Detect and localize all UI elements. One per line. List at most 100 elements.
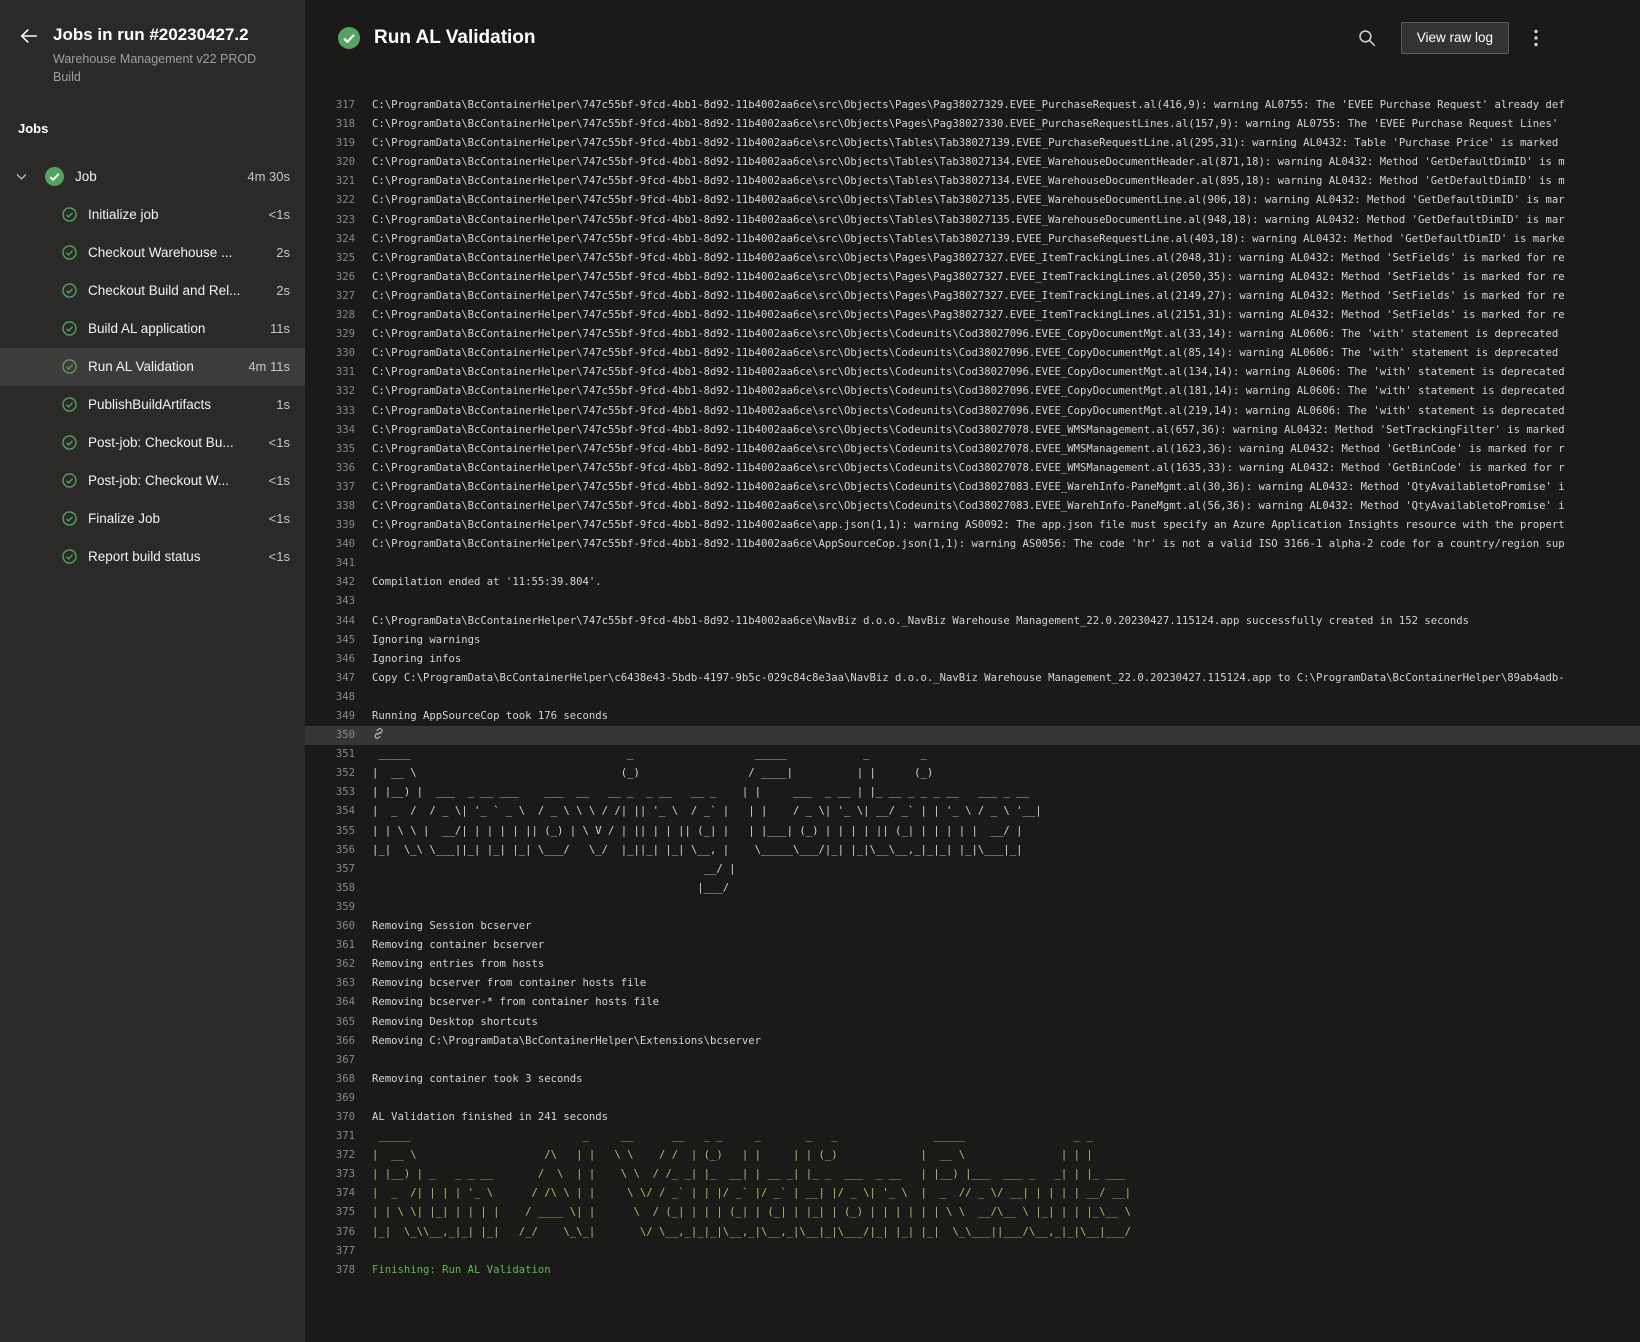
log-line-375[interactable]: 375 | | \ \| |_| | | | | / ____ \| | \ / … [305,1203,1640,1222]
line-number[interactable]: 362 [305,955,355,974]
log-line-333[interactable]: 333 C:\ProgramData\BcContainerHelper\747c… [305,402,1640,421]
line-number[interactable]: 354 [305,802,355,821]
log-line-359[interactable]: 359 [305,898,1640,917]
back-button[interactable] [20,27,38,45]
line-number[interactable]: 370 [305,1108,355,1127]
line-number[interactable]: 374 [305,1184,355,1203]
line-number[interactable]: 377 [305,1242,355,1261]
line-number[interactable]: 361 [305,936,355,955]
line-number[interactable]: 356 [305,841,355,860]
line-number[interactable]: 340 [305,535,355,554]
line-number[interactable]: 323 [305,211,355,230]
line-number[interactable]: 322 [305,191,355,210]
log-line-371[interactable]: 371 _____ _ __ __ _ _ _ _ _ _____ _ _ [305,1127,1640,1146]
sidebar-job-initialize-job[interactable]: Initialize job <1s [0,196,305,234]
sidebar-job-post-job-checkout-w[interactable]: Post-job: Checkout W... <1s [0,462,305,500]
log-line-335[interactable]: 335 C:\ProgramData\BcContainerHelper\747c… [305,440,1640,459]
line-number[interactable]: 320 [305,153,355,172]
log-line-357[interactable]: 357 __/ | [305,860,1640,879]
log-line-364[interactable]: 364 Removing bcserver-* from container ho… [305,993,1640,1012]
log-line-372[interactable]: 372 | __ \ /\ | | \ \ / / | (_) | | | | (… [305,1146,1640,1165]
line-number[interactable]: 376 [305,1223,355,1242]
line-number[interactable]: 321 [305,172,355,191]
search-button[interactable] [1354,25,1380,51]
line-number[interactable]: 359 [305,898,355,917]
sidebar-job-finalize-job[interactable]: Finalize Job <1s [0,500,305,538]
line-number[interactable]: 369 [305,1089,355,1108]
line-number[interactable]: 348 [305,688,355,707]
line-number[interactable]: 372 [305,1146,355,1165]
line-number[interactable]: 355 [305,822,355,841]
log-line-332[interactable]: 332 C:\ProgramData\BcContainerHelper\747c… [305,382,1640,401]
line-number[interactable]: 318 [305,115,355,134]
line-number[interactable]: 319 [305,134,355,153]
line-number[interactable]: 351 [305,745,355,764]
line-number[interactable]: 357 [305,860,355,879]
log-line-366[interactable]: 366 Removing C:\ProgramData\BcContainerHe… [305,1032,1640,1051]
log-line-376[interactable]: 376 |_| \_\\__,_|_| |_| /_/ \_\_| \/ \__,… [305,1223,1640,1242]
log-line-338[interactable]: 338 C:\ProgramData\BcContainerHelper\747c… [305,497,1640,516]
sidebar-job-checkout-build-and-rel[interactable]: Checkout Build and Rel... 2s [0,272,305,310]
log-line-360[interactable]: 360 Removing Session bcserver [305,917,1640,936]
sidebar-job-publishbuildartifacts[interactable]: PublishBuildArtifacts 1s [0,386,305,424]
log-line-374[interactable]: 374 | _ /| | | | '_ \ / /\ \ | | \ \/ / _… [305,1184,1640,1203]
line-number[interactable]: 327 [305,287,355,306]
log-line-368[interactable]: 368 Removing container took 3 seconds [305,1070,1640,1089]
log-line-321[interactable]: 321 C:\ProgramData\BcContainerHelper\747c… [305,172,1640,191]
line-number[interactable]: 368 [305,1070,355,1089]
log-line-322[interactable]: 322 C:\ProgramData\BcContainerHelper\747c… [305,191,1640,210]
log-line-369[interactable]: 369 [305,1089,1640,1108]
line-number[interactable]: 333 [305,402,355,421]
sidebar-job-job[interactable]: Job 4m 30s [0,158,305,196]
log-line-367[interactable]: 367 [305,1051,1640,1070]
log-line-336[interactable]: 336 C:\ProgramData\BcContainerHelper\747c… [305,459,1640,478]
line-number[interactable]: 353 [305,783,355,802]
log-line-373[interactable]: 373 | |__) | _ _ _ __ / \ | | \ \ / /_ _|… [305,1165,1640,1184]
log-line-349[interactable]: 349 Running AppSourceCop took 176 seconds [305,707,1640,726]
log-line-340[interactable]: 340 C:\ProgramData\BcContainerHelper\747c… [305,535,1640,554]
log-line-377[interactable]: 377 [305,1242,1640,1261]
line-number[interactable]: 350 [305,726,355,745]
log-line-352[interactable]: 352 | __ \ (_) / ____| | | (_) [305,764,1640,783]
log-line-351[interactable]: 351 _____ _ _____ _ _ [305,745,1640,764]
log-line-348[interactable]: 348 [305,688,1640,707]
line-number[interactable]: 341 [305,554,355,573]
link-icon[interactable] [372,727,385,740]
line-number[interactable]: 332 [305,382,355,401]
line-number[interactable]: 335 [305,440,355,459]
log-line-361[interactable]: 361 Removing container bcserver [305,936,1640,955]
log-line-370[interactable]: 370 AL Validation finished in 241 seconds [305,1108,1640,1127]
log-line-346[interactable]: 346 Ignoring infos [305,650,1640,669]
line-number[interactable]: 329 [305,325,355,344]
log-line-358[interactable]: 358 |___/ [305,879,1640,898]
line-number[interactable]: 347 [305,669,355,688]
line-number[interactable]: 330 [305,344,355,363]
log-line-327[interactable]: 327 C:\ProgramData\BcContainerHelper\747c… [305,287,1640,306]
view-raw-log-button[interactable]: View raw log [1400,21,1509,54]
log-line-337[interactable]: 337 C:\ProgramData\BcContainerHelper\747c… [305,478,1640,497]
log-line-341[interactable]: 341 [305,554,1640,573]
line-number[interactable]: 366 [305,1032,355,1051]
line-number[interactable]: 339 [305,516,355,535]
line-number[interactable]: 364 [305,993,355,1012]
line-number[interactable]: 344 [305,612,355,631]
log-line-329[interactable]: 329 C:\ProgramData\BcContainerHelper\747c… [305,325,1640,344]
expand-toggle[interactable] [15,170,29,183]
sidebar-job-run-al-validation[interactable]: Run AL Validation 4m 11s [0,347,305,386]
log-line-342[interactable]: 342 Compilation ended at '11:55:39.804'. [305,573,1640,592]
line-number[interactable]: 375 [305,1203,355,1222]
line-number[interactable]: 345 [305,631,355,650]
log-line-328[interactable]: 328 C:\ProgramData\BcContainerHelper\747c… [305,306,1640,325]
line-number[interactable]: 334 [305,421,355,440]
log-line-354[interactable]: 354 | _ / / _ \| '_ ` _ \ / _ \ \ \ / /| … [305,802,1640,821]
log-line-378[interactable]: 378 Finishing: Run AL Validation [305,1261,1640,1280]
line-number[interactable]: 337 [305,478,355,497]
sidebar-job-build-al-application[interactable]: Build AL application 11s [0,310,305,348]
log-line-350[interactable]: 350 [305,726,1640,746]
line-number[interactable]: 358 [305,879,355,898]
log-line-319[interactable]: 319 C:\ProgramData\BcContainerHelper\747c… [305,134,1640,153]
line-number[interactable]: 338 [305,497,355,516]
line-number[interactable]: 342 [305,573,355,592]
log-line-326[interactable]: 326 C:\ProgramData\BcContainerHelper\747c… [305,268,1640,287]
log-line-362[interactable]: 362 Removing entries from hosts [305,955,1640,974]
